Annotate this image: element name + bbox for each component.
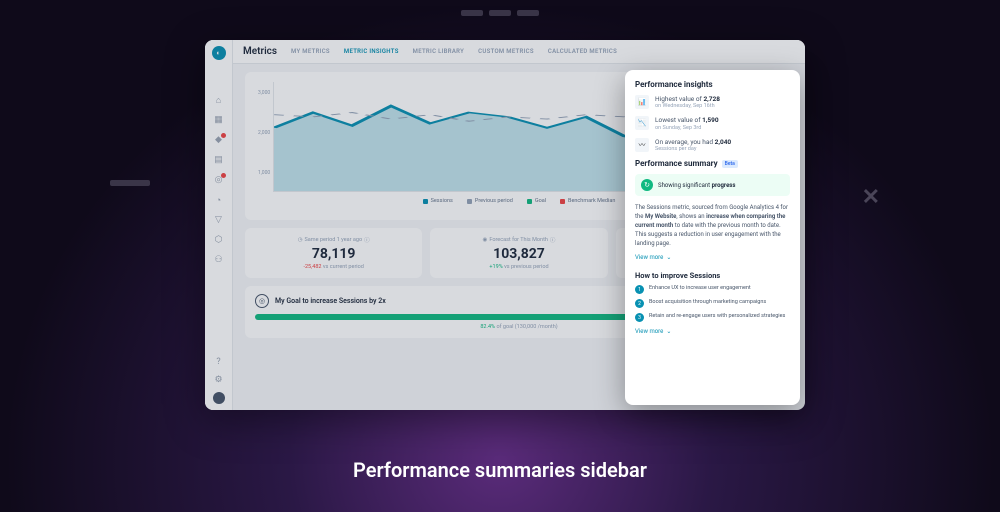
stat-card: ◉ Forecast for This Month ⓘ 103,827 +19%… — [430, 228, 607, 278]
view-more-link[interactable]: View more⌄ — [635, 254, 790, 261]
chevron-down-icon: ⌄ — [666, 328, 671, 335]
help-icon[interactable]: ? — [213, 356, 225, 368]
improve-item: 1 Enhance UX to increase user engagement — [635, 285, 790, 294]
insight-icon: 📊 — [635, 95, 649, 109]
step-number: 2 — [635, 299, 644, 308]
step-number: 1 — [635, 285, 644, 294]
metrics-icon[interactable]: ◎ — [213, 174, 225, 186]
card-value: 78,119 — [253, 246, 414, 262]
y-tick: 1,000 — [258, 170, 270, 176]
insight-icon: 📉 — [635, 116, 649, 130]
tab-metric-insights[interactable]: METRIC INSIGHTS — [344, 48, 399, 55]
card-value: 103,827 — [438, 246, 599, 262]
tab-custom-metrics[interactable]: CUSTOM METRICS — [478, 48, 534, 55]
slide-caption: Performance summaries sidebar — [0, 458, 1000, 482]
card-delta: +19% — [489, 264, 502, 270]
tab-metric-library[interactable]: METRIC LIBRARY — [413, 48, 465, 55]
page-header: Metrics MY METRICS METRIC INSIGHTS METRI… — [233, 40, 805, 64]
check-icon: ↻ — [641, 179, 653, 191]
insight-row: 📉 Lowest value of 1,590on Sunday, Sep 3r… — [635, 116, 790, 130]
share-icon[interactable]: ⬡ — [213, 234, 225, 246]
summary-text: The Sessions metric, sourced from Google… — [635, 203, 790, 248]
goal-sub: of goal (130,000 /month) — [495, 324, 558, 330]
legend-item: Previous period — [475, 198, 513, 204]
info-icon[interactable]: ⓘ — [550, 236, 556, 244]
progress-badge: ↻ Showing significant progress — [635, 174, 790, 196]
insight-icon: 〰 — [635, 138, 649, 152]
stat-card: ◷ Same period 1 year ago ⓘ 78,119 -25,48… — [245, 228, 422, 278]
card-icon: ◉ — [483, 237, 488, 243]
chevron-down-icon: ⌄ — [666, 254, 671, 261]
legend-item: Goal — [535, 198, 546, 204]
y-tick: 2,000 — [258, 130, 270, 136]
page-title: Metrics — [243, 46, 277, 57]
avatar[interactable] — [213, 392, 225, 404]
tab-my-metrics[interactable]: MY METRICS — [291, 48, 330, 55]
reports-icon[interactable]: ▤ — [213, 154, 225, 166]
home-icon[interactable]: ⌂ — [213, 94, 225, 106]
improve-item: 3 Retain and re-engage users with person… — [635, 313, 790, 322]
dashboard-icon[interactable]: ▦ — [213, 114, 225, 126]
summary-heading: Performance summary — [635, 159, 718, 168]
y-tick: 3,000 — [258, 90, 270, 96]
left-navbar: ◐ ⌂ ▦ ◆ ▤ ◎ ◔ ▽ ⬡ ⚇ ? ⚙ — [205, 40, 233, 410]
improve-heading: How to improve Sessions — [635, 271, 790, 280]
step-number: 3 — [635, 313, 644, 322]
settings-icon[interactable]: ⚙ — [213, 374, 225, 386]
legend-item: Sessions — [431, 198, 453, 204]
alerts-icon[interactable]: ◆ — [213, 134, 225, 146]
insights-heading: Performance insights — [635, 80, 790, 89]
funnel-icon[interactable]: ▽ — [213, 214, 225, 226]
improve-item: 2 Boost acquisition through marketing ca… — [635, 299, 790, 308]
tab-calculated-metrics[interactable]: CALCULATED METRICS — [548, 48, 617, 55]
card-icon: ◷ — [298, 237, 303, 243]
view-more-link[interactable]: View more⌄ — [635, 328, 790, 335]
close-icon: ✕ — [862, 185, 880, 210]
insight-row: 📊 Highest value of 2,728on Wednesday, Se… — [635, 95, 790, 109]
legend-item: Benchmark Median — [568, 198, 615, 204]
beta-badge: Beta — [722, 160, 738, 168]
target-icon: ◎ — [255, 294, 269, 308]
goals-icon[interactable]: ◔ — [213, 194, 225, 206]
insight-row: 〰 On average, you had 2,040Sessions per … — [635, 138, 790, 152]
info-icon[interactable]: ⓘ — [364, 236, 370, 244]
insights-panel: Performance insights 📊 Highest value of … — [625, 70, 800, 405]
goal-percent: 82.4% — [480, 324, 495, 330]
users-icon[interactable]: ⚇ — [213, 254, 225, 266]
card-delta: -25,482 — [303, 264, 321, 270]
logo-icon[interactable]: ◐ — [212, 46, 226, 60]
